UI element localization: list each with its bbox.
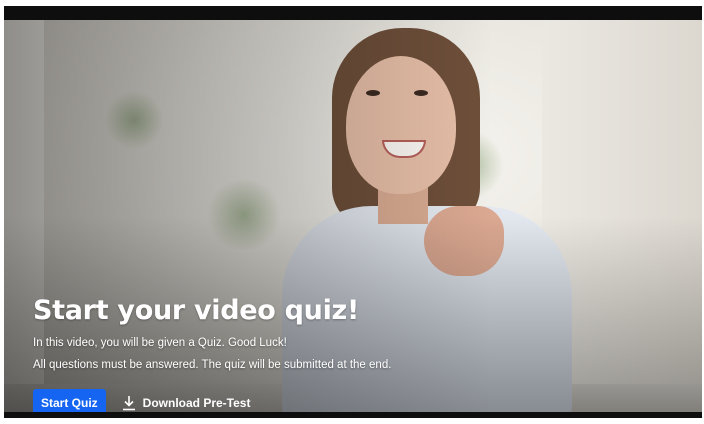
download-pre-test-link[interactable]: Download Pre-Test — [122, 395, 251, 411]
download-label: Download Pre-Test — [142, 395, 251, 410]
download-icon — [122, 395, 135, 410]
video-thumbnail[interactable]: Start your video quiz! In this video, yo… — [4, 20, 702, 412]
quiz-intro: Start your video quiz! In this video, yo… — [33, 294, 633, 412]
start-quiz-button[interactable]: Start Quiz — [33, 389, 106, 412]
page: Start your video quiz! In this video, yo… — [0, 0, 704, 424]
quiz-description: In this video, you will be given a Quiz.… — [33, 337, 287, 349]
quiz-actions: Start Quiz Download Pre-Test — [33, 389, 633, 412]
video-player[interactable]: Start your video quiz! In this video, yo… — [4, 6, 702, 418]
quiz-title: Start your video quiz! — [33, 295, 359, 326]
quiz-rules: All questions must be answered. The quiz… — [33, 359, 392, 371]
